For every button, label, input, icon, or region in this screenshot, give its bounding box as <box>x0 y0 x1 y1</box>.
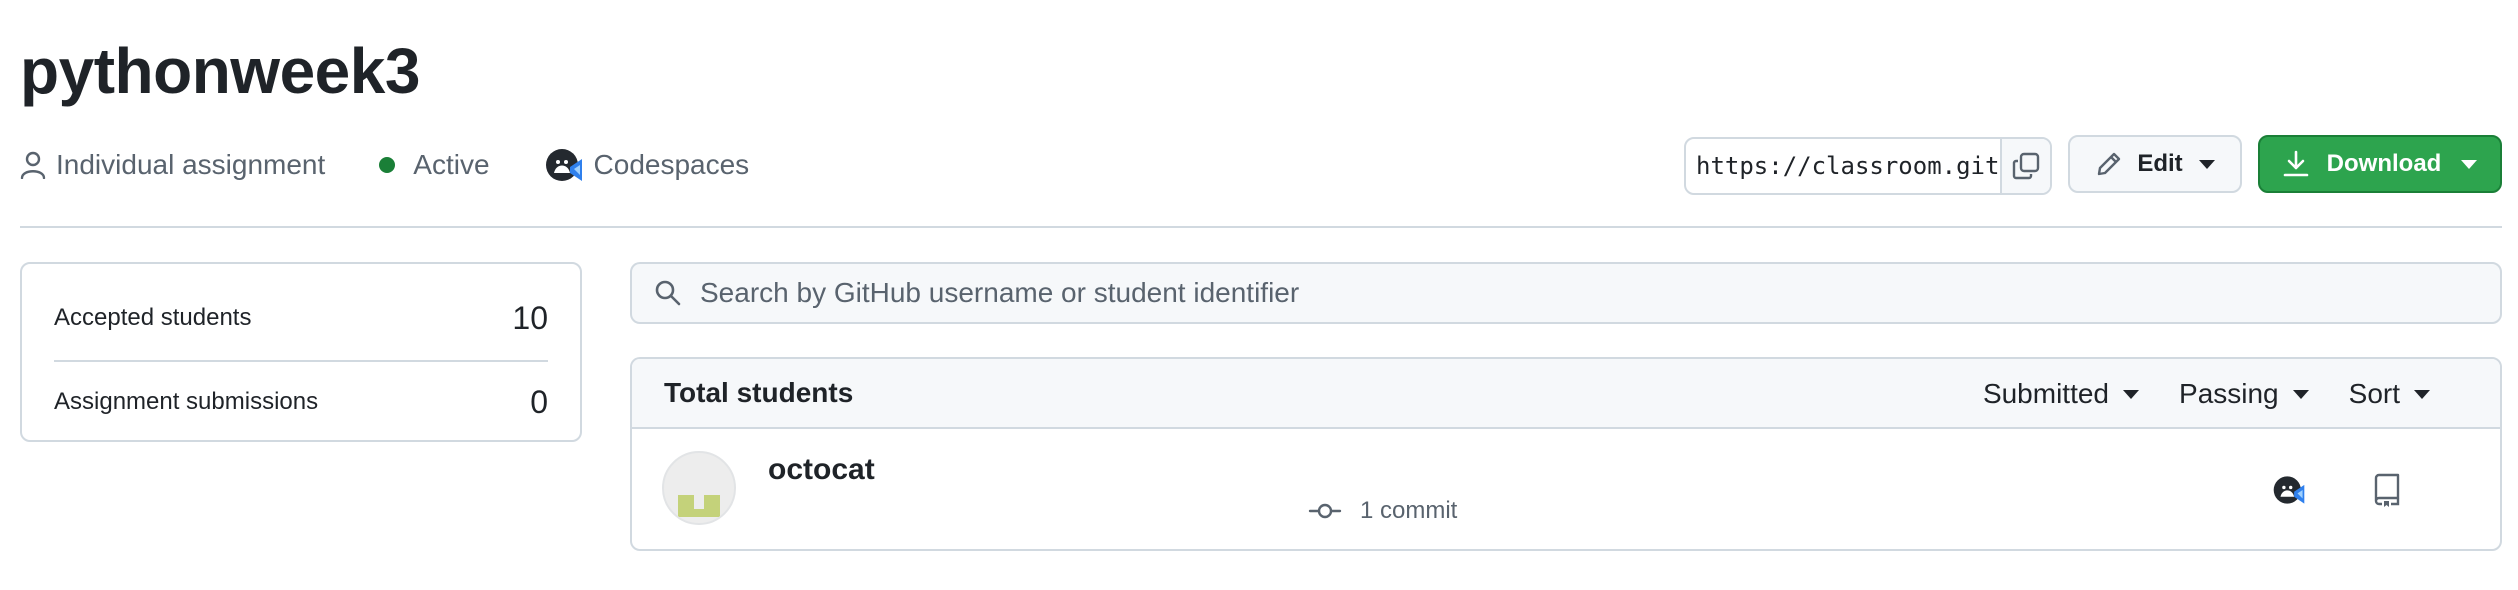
chevron-down-icon <box>2198 159 2215 169</box>
invite-url-field[interactable]: https://classroom.github.com/a/ <box>1686 139 2000 193</box>
stats-panel: Accepted students 10 Assignment submissi… <box>20 262 582 442</box>
download-icon <box>2283 150 2308 177</box>
commit-icon <box>1308 503 1342 519</box>
person-icon <box>20 151 46 179</box>
chevron-down-icon <box>2461 159 2478 169</box>
search-icon <box>655 280 681 306</box>
chevron-down-icon <box>2123 389 2140 399</box>
assignment-editor-label: Codespaces <box>593 149 750 180</box>
commit-count-label: 1 commit <box>1360 497 1458 524</box>
students-table: Total students Submitted Passing Sort oc… <box>630 357 2502 551</box>
search-placeholder: Search by GitHub username or student ide… <box>700 277 1300 308</box>
codespaces-icon <box>545 149 582 181</box>
filter-sort[interactable]: Sort <box>2349 378 2430 410</box>
stat-accepted-students: Accepted students 10 <box>54 264 548 362</box>
status-dot-icon <box>379 157 396 173</box>
table-filters: Submitted Passing Sort <box>1943 359 2430 429</box>
assignment-meta: Individual assignment Active Codespaces <box>20 140 803 190</box>
stat-value: 0 <box>530 383 548 420</box>
pencil-icon <box>2098 152 2121 176</box>
students-table-header: Total students Submitted Passing Sort <box>632 359 2500 429</box>
stat-value: 10 <box>512 299 548 336</box>
page-title: pythonweek3 <box>20 35 420 107</box>
header-divider <box>20 226 2502 228</box>
assignment-editor: Codespaces <box>544 145 750 185</box>
invite-url-box: https://classroom.github.com/a/ <box>1684 137 2052 195</box>
students-table-title: Total students <box>664 377 854 408</box>
assignment-type-label: Individual assignment <box>56 149 326 180</box>
download-button[interactable]: Download <box>2258 135 2502 193</box>
download-button-label: Download <box>2326 150 2442 177</box>
filter-label: Sort <box>2348 378 2400 409</box>
assignment-status-label: Active <box>413 149 490 180</box>
filter-label: Passing <box>2179 378 2279 409</box>
assignment-type: Individual assignment <box>20 149 325 181</box>
chevron-down-icon <box>2414 389 2430 399</box>
stat-assignment-submissions: Assignment submissions 0 <box>54 362 548 442</box>
stat-label: Assignment submissions <box>54 388 319 415</box>
view-repository-button[interactable] <box>2372 473 2402 512</box>
repo-icon <box>2374 473 2400 507</box>
copy-icon <box>2012 152 2040 180</box>
chevron-down-icon <box>2292 389 2309 399</box>
avatar[interactable] <box>662 451 736 525</box>
commit-count[interactable]: 1 commit <box>1308 497 1457 525</box>
filter-passing[interactable]: Passing <box>2179 378 2309 410</box>
edit-button-label: Edit <box>2137 150 2183 177</box>
filter-submitted[interactable]: Submitted <box>1982 378 2140 410</box>
edit-button[interactable]: Edit <box>2068 135 2242 193</box>
stat-label: Accepted students <box>54 304 252 331</box>
student-username-link[interactable]: octocat <box>768 453 875 487</box>
copy-url-button[interactable] <box>2000 139 2050 193</box>
student-search-input[interactable]: Search by GitHub username or student ide… <box>630 262 2502 324</box>
assignment-status: Active <box>379 149 490 181</box>
table-row: octocat 1 commit <box>632 429 2500 549</box>
open-codespace-button[interactable] <box>2272 473 2306 512</box>
codespaces-icon <box>2273 476 2305 504</box>
filter-label: Submitted <box>1982 378 2110 409</box>
